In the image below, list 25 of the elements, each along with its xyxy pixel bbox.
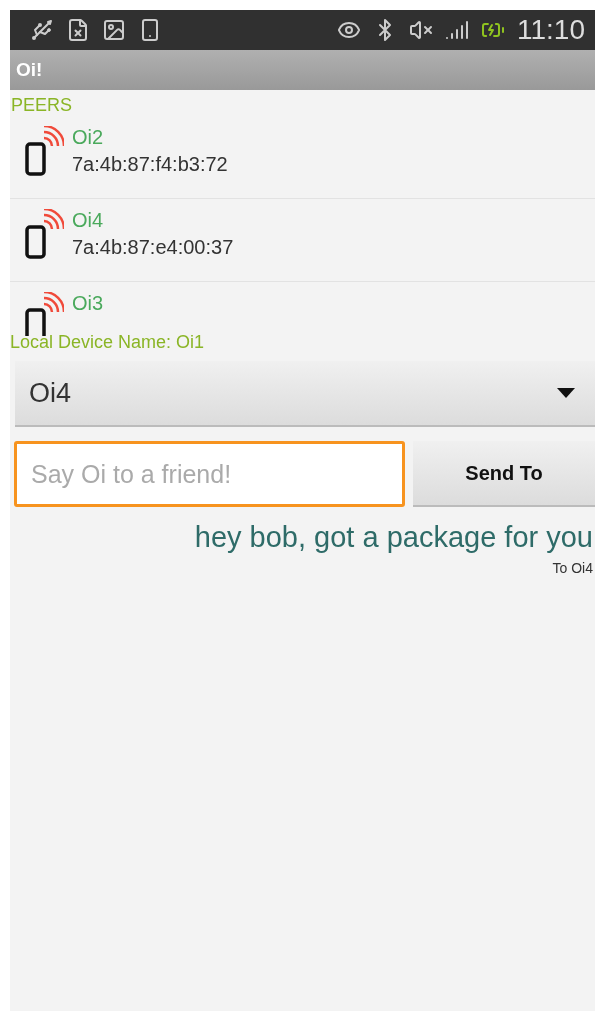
phone-signal-icon	[24, 292, 64, 336]
peer-name: Oi4	[72, 209, 105, 232]
peer-item[interactable]: Oi4 7a:4b:87:e4:00:37	[10, 199, 595, 282]
clock-time: 11:10	[517, 14, 585, 46]
usb-icon	[30, 18, 54, 42]
peer-address: 7a:4b:87:e4:00:37	[72, 236, 234, 259]
phone-signal-icon	[24, 126, 64, 178]
phone-signal-icon	[24, 209, 64, 261]
peer-name: Oi3	[72, 292, 104, 315]
signal-icon	[445, 18, 469, 42]
peer-item[interactable]: Oi2 7a:4b:87:f4:b3:72	[10, 116, 595, 199]
peers-header: PEERS	[11, 95, 74, 116]
message-text: hey bob, got a package for you	[194, 521, 593, 554]
peer-address: 7a:4b:87:f4:b3:72	[72, 153, 228, 176]
image-icon	[102, 18, 126, 42]
local-device-name: Local Device Name: Oi1	[10, 332, 206, 353]
message-recipient: To Oi4	[552, 560, 593, 576]
recipient-dropdown[interactable]: Oi4	[15, 361, 595, 427]
message-input-field[interactable]: Say Oi to a friend!	[14, 441, 405, 507]
app-title: Oi!	[16, 59, 43, 81]
send-to-button[interactable]: Send To	[413, 441, 595, 507]
dropdown-caret-icon	[557, 388, 575, 398]
peer-name: Oi2	[72, 126, 105, 149]
mute-icon	[409, 18, 433, 42]
sim-card-icon	[66, 18, 90, 42]
